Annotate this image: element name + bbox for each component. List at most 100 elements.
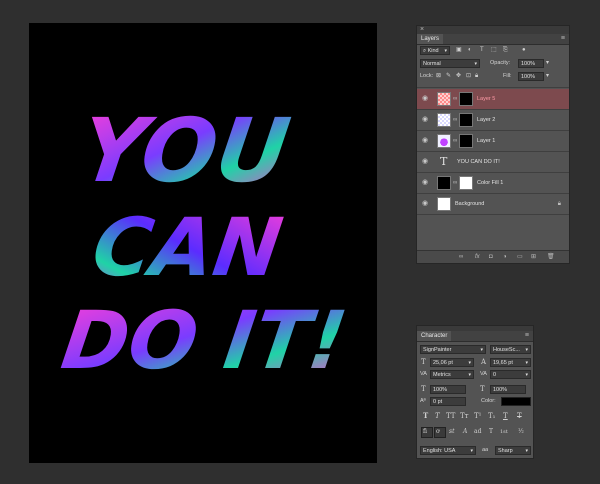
horizontal-scale-value: 100%: [493, 387, 508, 393]
filter-pixel-icon[interactable]: ▣: [456, 46, 462, 54]
link-chain-icon: ∞: [453, 138, 458, 144]
document-canvas[interactable]: YOU CAN DO IT!: [29, 23, 377, 463]
filter-smart-object-icon[interactable]: ⎘: [503, 46, 508, 54]
add-mask-icon[interactable]: ◘: [489, 253, 493, 261]
opacity-field[interactable]: 100%: [518, 59, 544, 68]
superscript-button[interactable]: T¹: [474, 411, 481, 421]
tab-layers[interactable]: Layers: [417, 34, 444, 44]
layer-mask-thumbnail: [459, 113, 473, 127]
opentype-buttons: fi ơ st A ad T 1st ½: [421, 427, 531, 439]
lock-image-icon[interactable]: ✎: [446, 72, 451, 80]
layer-row-background[interactable]: ◉ Background 🔒︎: [417, 194, 569, 215]
swash-button[interactable]: A: [463, 427, 467, 437]
layer-row-color-fill[interactable]: ◉ ∞ Color Fill 1: [417, 173, 569, 194]
chevron-down-icon[interactable]: ▾: [546, 59, 549, 67]
layer-thumbnail: [437, 197, 451, 211]
baseline-shift-icon: Aª: [420, 398, 426, 404]
color-swatch[interactable]: [501, 397, 531, 406]
artwork-line-2: CAN: [87, 200, 288, 294]
blend-row: Normal ▾ Opacity: 100% ▾: [417, 59, 569, 69]
adjustment-layer-icon[interactable]: ◑: [503, 253, 507, 261]
filter-type-icon[interactable]: T: [480, 46, 484, 54]
ordinals-button[interactable]: 1st: [500, 427, 508, 437]
lock-transparent-icon[interactable]: ⊠: [436, 72, 441, 80]
underline-button[interactable]: T: [503, 411, 508, 421]
stylistic-alternates-button[interactable]: ad: [474, 427, 481, 437]
close-icon[interactable]: ×: [420, 25, 424, 34]
layer-row-text[interactable]: ◉ T YOU CAN DO IT!: [417, 152, 569, 173]
filter-adjustment-icon[interactable]: ◐: [468, 46, 472, 54]
fx-icon[interactable]: fx: [475, 253, 480, 261]
vertical-scale-field[interactable]: 100%: [430, 385, 466, 394]
visibility-eye-icon[interactable]: ◉: [422, 200, 428, 208]
layer-row-layer-2[interactable]: ◉ ∞ Layer 2: [417, 110, 569, 131]
subscript-button[interactable]: T₁: [488, 411, 495, 421]
faux-bold-button[interactable]: T: [423, 411, 428, 421]
filter-kind-select[interactable]: ⌕ Kind ▾: [420, 46, 450, 55]
titling-alternates-button[interactable]: T: [489, 427, 493, 437]
discretionary-ligatures-button[interactable]: st: [449, 427, 455, 437]
ligatures-button[interactable]: fi: [423, 427, 427, 437]
panel-closebar: ×: [417, 26, 569, 34]
layers-footer: ∞ fx ◘ ◑ ▭ ⊞ 🗑︎: [417, 250, 569, 263]
filter-toggle-icon[interactable]: ●: [522, 46, 526, 54]
layer-thumbnail: [437, 113, 451, 127]
link-layers-icon[interactable]: ∞: [459, 253, 463, 261]
font-style-select[interactable]: HouseSc... ▾: [490, 345, 531, 354]
panel-menu-icon[interactable]: ≡: [525, 331, 529, 341]
link-chain-icon: ∞: [453, 117, 458, 123]
fill-field[interactable]: 100%: [518, 72, 544, 81]
artwork-line-3: DO IT!: [56, 293, 352, 387]
horizontal-scale-field[interactable]: 100%: [490, 385, 526, 394]
artwork-line-1: YOU: [74, 99, 295, 201]
layers-tabbar: Layers ≡: [417, 34, 569, 45]
small-caps-button[interactable]: Tт: [460, 411, 469, 421]
panel-menu-icon[interactable]: ≡: [561, 34, 565, 44]
new-layer-icon[interactable]: ⊞: [531, 253, 536, 261]
color-label: Color:: [481, 398, 496, 404]
strikethrough-button[interactable]: T: [517, 411, 522, 421]
lock-all-icon[interactable]: 🔒︎: [475, 72, 478, 80]
opacity-value: 100%: [521, 61, 536, 67]
font-size-field[interactable]: 25,06 pt ▾: [430, 358, 474, 367]
new-group-icon[interactable]: ▭: [517, 253, 523, 261]
blend-mode-select[interactable]: Normal ▾: [420, 59, 480, 68]
link-chain-icon: ∞: [453, 96, 458, 102]
lock-position-icon[interactable]: ✥: [456, 72, 461, 80]
kerning-field[interactable]: Metrics ▾: [430, 370, 474, 379]
language-select[interactable]: English: USA ▾: [420, 446, 476, 455]
tab-character[interactable]: Character: [417, 331, 452, 341]
filter-shape-icon[interactable]: ⬚: [491, 46, 497, 54]
visibility-eye-icon[interactable]: ◉: [422, 179, 428, 187]
character-tabbar: Character ≡: [417, 331, 533, 342]
trash-icon[interactable]: 🗑︎: [547, 253, 555, 261]
alternates-button[interactable]: ơ: [436, 427, 440, 437]
visibility-eye-icon[interactable]: ◉: [422, 95, 428, 103]
layer-mask-thumbnail: [459, 92, 473, 106]
antialias-icon: aa: [482, 447, 489, 453]
layer-row-layer-5[interactable]: ◉ ∞ Layer 5: [417, 89, 569, 110]
lock-icon: 🔒︎: [557, 201, 561, 207]
layer-mask-thumbnail: [459, 176, 473, 190]
leading-field[interactable]: 19,65 pt ▾: [490, 358, 531, 367]
vertical-scale-icon: T: [421, 385, 426, 393]
fractions-button[interactable]: ½: [518, 427, 524, 437]
baseline-shift-field[interactable]: 0 pt: [430, 397, 466, 406]
visibility-eye-icon[interactable]: ◉: [422, 158, 428, 166]
tracking-field[interactable]: 0 ▾: [490, 370, 531, 379]
faux-italic-button[interactable]: T: [435, 411, 440, 421]
link-chain-icon: ∞: [453, 180, 458, 186]
kerning-value: Metrics: [433, 372, 451, 378]
layer-list: ◉ ∞ Layer 5 ◉ ∞ Layer 2 ◉ ∞ Layer 1 ◉ T …: [417, 87, 569, 243]
layer-name: Color Fill 1: [477, 180, 504, 186]
visibility-eye-icon[interactable]: ◉: [422, 137, 428, 145]
all-caps-button[interactable]: TT: [446, 411, 455, 421]
antialias-select[interactable]: Sharp ▾: [495, 446, 531, 455]
lock-label: Lock:: [420, 73, 434, 79]
layer-row-layer-1[interactable]: ◉ ∞ Layer 1: [417, 131, 569, 152]
lock-artboard-icon[interactable]: ⊡: [466, 72, 471, 80]
layers-panel: × Layers ≡ ⌕ Kind ▾ ▣ ◐ T ⬚ ⎘ ● Normal ▾ O…: [416, 25, 570, 264]
chevron-down-icon[interactable]: ▾: [546, 72, 549, 80]
font-family-select[interactable]: SignPainter ▾: [420, 345, 486, 354]
visibility-eye-icon[interactable]: ◉: [422, 116, 428, 124]
